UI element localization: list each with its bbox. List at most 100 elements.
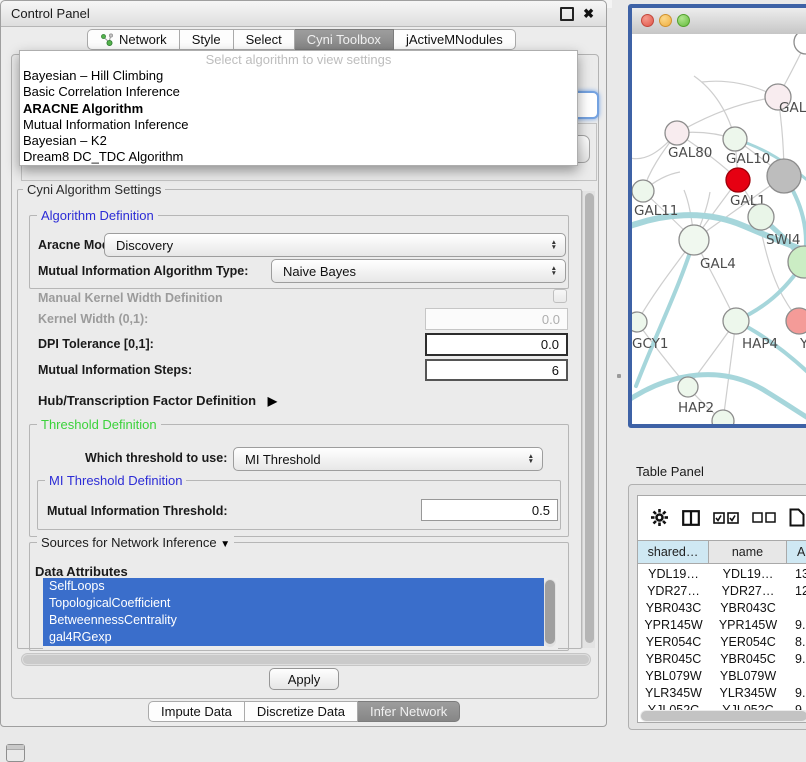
- cell: YDR27…: [709, 582, 787, 599]
- which-threshold-value: MI Threshold: [245, 452, 321, 467]
- table-row[interactable]: YBR043CYBR043C: [638, 599, 806, 616]
- mi-threshold-label: Mutual Information Threshold:: [47, 504, 228, 519]
- tab-label: Style: [192, 32, 221, 47]
- node-unlabeled-top[interactable]: [794, 34, 806, 54]
- table-horizontal-scrollbar[interactable]: [640, 710, 806, 722]
- tab-label: Select: [246, 32, 282, 47]
- which-threshold-combobox[interactable]: MI Threshold ▲▼: [233, 447, 543, 471]
- tab-label: Cyni Toolbox: [307, 32, 381, 47]
- node-gcy1[interactable]: [632, 312, 647, 332]
- aracne-mode-combobox[interactable]: Discovery ▲▼: [104, 233, 566, 257]
- hub-definition-toggle[interactable]: Hub/Transcription Factor Definition ▶: [38, 393, 277, 409]
- node-gal1[interactable]: [726, 168, 750, 192]
- combo-stepper-icon: ▲▼: [551, 240, 557, 250]
- gear-icon[interactable]: [650, 508, 669, 527]
- node-swi4[interactable]: [748, 204, 774, 230]
- mi-algorithm-type-label: Mutual Information Algorithm Type:: [38, 264, 248, 279]
- threshold-definition-title: Threshold Definition: [37, 418, 161, 432]
- table-row[interactable]: YBL079WYBL079W: [638, 667, 806, 684]
- column-header-a[interactable]: A: [787, 540, 806, 564]
- document-icon[interactable]: [789, 508, 805, 527]
- node-green-right[interactable]: [788, 246, 806, 278]
- table-row[interactable]: YLR345WYLR345W9.: [638, 684, 806, 701]
- control-panel-titlebar: Control Panel ✖: [1, 1, 606, 27]
- combo-stepper-icon: ▲▼: [551, 266, 557, 276]
- minimize-traffic-light-icon[interactable]: [659, 14, 672, 27]
- kernel-width-field[interactable]: 0.0: [425, 308, 568, 330]
- cell: YBR043C: [638, 599, 709, 616]
- cell: YER054C: [638, 633, 709, 650]
- screenshot-root: Control Panel ✖ Network Style Select Cyni T…: [0, 0, 806, 762]
- column-header-name[interactable]: name: [709, 540, 787, 564]
- float-window-icon[interactable]: [560, 7, 574, 21]
- algorithm-definition-title: Algorithm Definition: [37, 209, 158, 223]
- tab-network[interactable]: Network: [87, 29, 180, 50]
- node-gray[interactable]: [767, 159, 801, 193]
- node-salmon[interactable]: [786, 308, 806, 334]
- tab-impute-data[interactable]: Impute Data: [148, 701, 245, 722]
- which-threshold-label: Which threshold to use:: [85, 451, 227, 466]
- dpi-tolerance-label: DPI Tolerance [0,1]:: [38, 337, 154, 352]
- column-header-shared[interactable]: shared…: [638, 540, 709, 564]
- network-canvas[interactable]: GALGAL80GAL10GAL1GAL11SWI4GAL4GCY1HAP4YH…: [632, 34, 806, 424]
- attribute-item-gal4rgexp[interactable]: gal4RGexp: [43, 629, 544, 646]
- node-gal80[interactable]: [665, 121, 689, 145]
- cell: YPR145W: [709, 616, 787, 633]
- algorithm-item-basic-correlation-inference[interactable]: Basic Correlation Inference: [20, 84, 577, 100]
- apply-button[interactable]: Apply: [269, 668, 339, 690]
- algorithm-item-aracne-algorithm[interactable]: ARACNE Algorithm: [20, 101, 577, 117]
- cell: 9.: [787, 616, 806, 633]
- minimized-window-icon[interactable]: [6, 744, 25, 762]
- dpi-tolerance-field[interactable]: 0.0: [425, 333, 568, 356]
- tab-style[interactable]: Style: [180, 29, 234, 50]
- panel-divider-handle[interactable]: [617, 374, 621, 378]
- manual-kernel-width-checkbox[interactable]: [553, 289, 567, 303]
- mi-threshold-field[interactable]: 0.5: [421, 499, 558, 521]
- algorithm-dropdown-popup: Select algorithm to view settings Bayesi…: [19, 50, 578, 166]
- node-gal11[interactable]: [632, 180, 654, 202]
- cell: YLR345W: [638, 684, 709, 701]
- attribute-item-topologicalcoefficient[interactable]: TopologicalCoefficient: [43, 595, 544, 612]
- kernel-width-label: Kernel Width (0,1):: [38, 312, 148, 327]
- close-window-icon[interactable]: ✖: [583, 9, 594, 19]
- attribute-item-betweennesscentrality[interactable]: BetweennessCentrality: [43, 612, 544, 629]
- tab-label: Discretize Data: [257, 704, 345, 719]
- cell: 9.: [787, 684, 806, 701]
- settings-vertical-scrollbar[interactable]: [582, 191, 595, 648]
- tab-select[interactable]: Select: [234, 29, 295, 50]
- close-traffic-light-icon[interactable]: [641, 14, 654, 27]
- algorithm-item-bayesian-hill-climbing[interactable]: Bayesian – Hill Climbing: [20, 68, 577, 84]
- algorithm-item-bayesian-k2[interactable]: Bayesian – K2: [20, 133, 577, 149]
- table-row[interactable]: YPR145WYPR145W9.: [638, 616, 806, 633]
- table-row[interactable]: YDL19…YDL19…13: [638, 565, 806, 582]
- mi-steps-value: 6: [552, 363, 559, 378]
- tab-infer-network[interactable]: Infer Network: [358, 701, 460, 722]
- algorithm-item-dream8-dc-tdc-algorithm[interactable]: Dream8 DC_TDC Algorithm: [20, 149, 577, 165]
- tab-cyni-toolbox[interactable]: Cyni Toolbox: [295, 29, 394, 50]
- table-row[interactable]: YER054CYER054C8.: [638, 633, 806, 650]
- attribute-item-selfloops[interactable]: SelfLoops: [43, 578, 544, 595]
- algorithm-item-mutual-information-inference[interactable]: Mutual Information Inference: [20, 117, 577, 133]
- zoom-traffic-light-icon[interactable]: [677, 14, 690, 27]
- select-all-checkboxes-icon[interactable]: [713, 512, 739, 524]
- aracne-mode-value: Discovery: [116, 238, 173, 253]
- data-attributes-list[interactable]: SelfLoopsTopologicalCoefficientBetweenne…: [43, 578, 558, 649]
- tab-discretize-data[interactable]: Discretize Data: [245, 701, 358, 722]
- hub-definition-label: Hub/Transcription Factor Definition: [38, 393, 256, 408]
- table-row[interactable]: YBR045CYBR045C9.: [638, 650, 806, 667]
- node-gal10[interactable]: [723, 127, 747, 151]
- mi-algorithm-type-combobox[interactable]: Naive Bayes ▲▼: [271, 259, 566, 283]
- mi-algorithm-type-value: Naive Bayes: [283, 264, 356, 279]
- settings-horizontal-scrollbar[interactable]: [21, 653, 591, 666]
- split-columns-icon[interactable]: [682, 510, 700, 526]
- mi-steps-field[interactable]: 6: [425, 359, 568, 381]
- deselect-checkboxes-icon[interactable]: [752, 512, 776, 523]
- table-row[interactable]: YDR27…YDR27…12: [638, 582, 806, 599]
- node-gal4[interactable]: [679, 225, 709, 255]
- node-hap2[interactable]: [678, 377, 698, 397]
- node-bottom[interactable]: [712, 410, 734, 424]
- sources-group-title[interactable]: Sources for Network Inference ▼: [37, 536, 234, 552]
- node-hap4[interactable]: [723, 308, 749, 334]
- tab-jactivemnodules[interactable]: jActiveMNodules: [394, 29, 516, 50]
- attributes-list-scrollbar[interactable]: [544, 579, 556, 647]
